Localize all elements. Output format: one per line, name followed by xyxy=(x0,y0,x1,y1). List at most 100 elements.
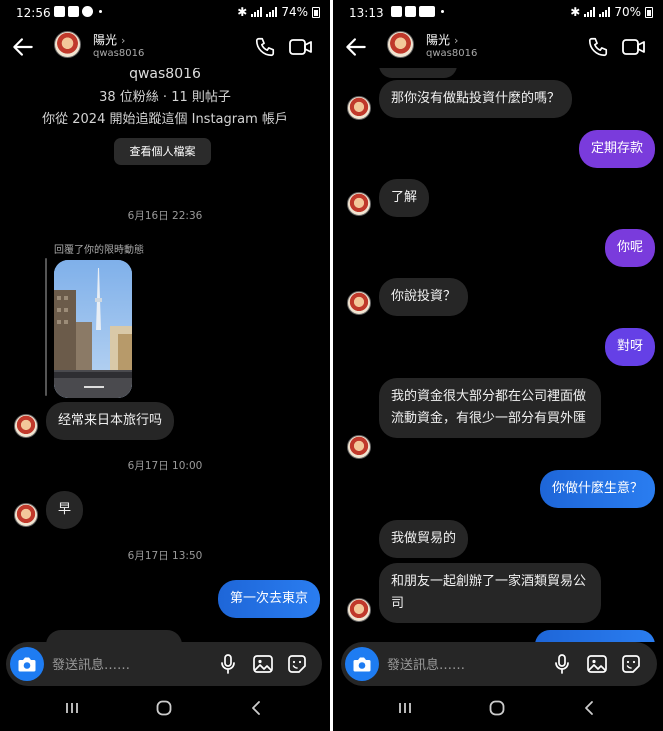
gallery-notification-icon xyxy=(391,6,402,17)
status-bar: 12:56 ✱ 74% xyxy=(0,0,330,28)
back-nav-icon[interactable] xyxy=(579,698,599,718)
camera-icon xyxy=(18,657,36,672)
battery-icon xyxy=(645,6,653,18)
system-nav-bar xyxy=(0,686,330,731)
left-screenshot: 12:56 ✱ 74% 陽光 › qwas8016 qwas8016 38 位粉… xyxy=(0,0,330,731)
outgoing-message: 第一次去東京 xyxy=(217,580,320,618)
incoming-message: 我的資金很大部分都在公司裡面做流動資金，有很少一部分有買外匯 xyxy=(379,378,601,438)
tokyo-street-image xyxy=(54,260,132,398)
notification-icons xyxy=(54,6,102,17)
message-input[interactable]: 發送訊息…… xyxy=(52,654,130,673)
reply-indicator-bar xyxy=(45,258,47,396)
avatar[interactable] xyxy=(54,31,81,58)
back-arrow-icon[interactable] xyxy=(10,34,36,60)
incoming-message: 早 xyxy=(46,491,84,529)
profile-username: qwas8016 xyxy=(129,68,201,82)
image-icon[interactable] xyxy=(252,653,274,675)
outgoing-message: 你做什麼生意？ xyxy=(539,470,655,508)
avatar[interactable] xyxy=(347,291,371,315)
back-nav-icon[interactable] xyxy=(246,698,266,718)
system-nav-bar xyxy=(333,686,663,731)
signal-icon xyxy=(251,7,263,17)
phone-icon[interactable] xyxy=(587,36,609,58)
incoming-message: 你說投資？ xyxy=(379,278,469,316)
battery-percent: 70% xyxy=(614,5,641,19)
chat-header: 陽光 › qwas8016 xyxy=(0,28,330,68)
avatar[interactable] xyxy=(347,192,371,216)
message-composer: 發送訊息…… xyxy=(6,642,322,686)
incoming-message: 和朋友一起創辦了一家酒類貿易公司 xyxy=(379,563,601,623)
contact-username: qwas8016 xyxy=(426,48,478,59)
camera-icon xyxy=(353,657,371,672)
contact-name[interactable]: 陽光 › xyxy=(93,31,125,48)
contact-name[interactable]: 陽光 › xyxy=(426,31,458,48)
chevron-right-icon: › xyxy=(121,34,126,47)
avatar[interactable] xyxy=(347,96,371,120)
outgoing-message: 你呢 xyxy=(604,229,655,267)
recents-icon[interactable] xyxy=(395,698,415,718)
gallery-notification-icon xyxy=(54,6,65,17)
status-bar: 13:13 ✱ 70% xyxy=(333,0,663,28)
message-input[interactable]: 發送訊息…… xyxy=(387,654,465,673)
camera-button[interactable] xyxy=(345,647,379,681)
signal-icon-2 xyxy=(599,7,611,17)
battery-percent: 74% xyxy=(281,5,308,19)
more-notifications-dot xyxy=(99,10,102,13)
story-reply-label: 回覆了你的限時動態 xyxy=(54,245,144,256)
avatar[interactable] xyxy=(347,598,371,622)
avatar[interactable] xyxy=(14,414,38,438)
follow-since-text: 你從 2024 開始追蹤這個 Instagram 帳戶 xyxy=(42,112,288,127)
bluetooth-icon: ✱ xyxy=(570,5,581,19)
incoming-message: 了解 xyxy=(379,179,430,217)
avatar[interactable] xyxy=(347,435,371,459)
chevron-right-icon: › xyxy=(454,34,459,47)
outgoing-message: 定期存款 xyxy=(578,130,655,168)
system-icons: ✱ 70% xyxy=(570,5,653,19)
incoming-message: 经常来日本旅行吗 xyxy=(46,402,175,440)
status-time: 12:56 xyxy=(16,6,51,20)
phone-icon[interactable] xyxy=(254,36,276,58)
timestamp: 6月17日 10:00 xyxy=(127,460,203,472)
signal-icon-2 xyxy=(266,7,278,17)
incoming-message-partial xyxy=(379,68,457,78)
sticker-icon[interactable] xyxy=(286,653,308,675)
home-icon[interactable] xyxy=(487,698,507,718)
profile-stats: 38 位粉絲 · 11 則帖子 xyxy=(99,90,231,105)
microphone-icon[interactable] xyxy=(217,653,239,675)
incoming-message: 那你沒有做點投資什麼的嗎？ xyxy=(379,80,573,118)
incoming-message-partial xyxy=(46,630,182,642)
video-icon[interactable] xyxy=(288,36,314,58)
message-composer: 發送訊息…… xyxy=(341,642,657,686)
view-profile-button[interactable]: 查看個人檔案 xyxy=(114,138,211,165)
avatar[interactable] xyxy=(14,503,38,527)
notification-icons xyxy=(391,6,444,17)
signal-icon xyxy=(584,7,596,17)
image-icon[interactable] xyxy=(586,653,608,675)
app-notification-icon-2 xyxy=(419,6,435,17)
home-icon[interactable] xyxy=(154,698,174,718)
more-notifications-dot xyxy=(441,10,444,13)
status-time: 13:13 xyxy=(349,6,384,20)
system-icons: ✱ 74% xyxy=(237,5,320,19)
timestamp: 6月17日 13:50 xyxy=(127,550,203,562)
avatar[interactable] xyxy=(387,31,414,58)
story-thumbnail[interactable] xyxy=(54,260,132,398)
back-arrow-icon[interactable] xyxy=(343,34,369,60)
chat-header: 陽光 › qwas8016 xyxy=(333,28,663,68)
sticker-icon[interactable] xyxy=(620,653,642,675)
recents-icon[interactable] xyxy=(62,698,82,718)
camera-button[interactable] xyxy=(10,647,44,681)
video-icon[interactable] xyxy=(621,36,647,58)
contact-username: qwas8016 xyxy=(93,48,145,59)
battery-icon xyxy=(312,6,320,18)
k-notification-icon xyxy=(82,6,93,17)
right-screenshot: 13:13 ✱ 70% 陽光 › qwas8016 那你沒有做點投資什麼的嗎？ … xyxy=(333,0,663,731)
incoming-message: 我做貿易的 xyxy=(379,520,469,558)
timestamp: 6月16日 22:36 xyxy=(127,210,203,222)
app-notification-icon xyxy=(68,6,79,17)
app-notification-icon xyxy=(405,6,416,17)
outgoing-message: 對呀 xyxy=(604,328,655,366)
outgoing-message-partial xyxy=(535,630,655,642)
microphone-icon[interactable] xyxy=(551,653,573,675)
message-thread: 那你沒有做點投資什麼的嗎？ 定期存款 了解 你呢 你說投資？ 對呀 我的資金很大… xyxy=(333,68,663,642)
